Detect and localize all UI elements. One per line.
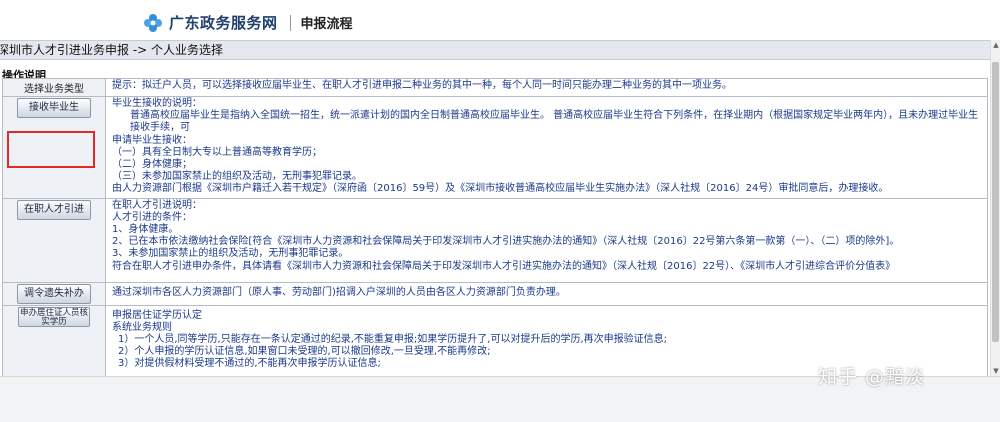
desc-line: 系统业务规则 — [112, 321, 172, 333]
section-name: 申报流程 — [300, 17, 353, 32]
desc-line: 1）一个人员,同等学历,只能存在一条认定通过的纪录,不能重复申报;如果学历提升了… — [118, 334, 667, 346]
row-button-cell: 在职人才引进 — [2, 197, 106, 283]
row-description: 在职人才引进说明： 人才引进的条件： 1、身体健康。 2、已在本市依法缴纳社会保… — [105, 197, 988, 283]
desc-line: 由人力资源部门根据《深圳市户籍迁入若干规定》（深府函〔2016〕59号）及《深圳… — [112, 183, 889, 195]
desc-line: 1、身体健康。 — [112, 224, 179, 236]
site-logo[interactable]: 广东政务服务网 申报流程 — [143, 12, 353, 33]
scroll-up-arrow-icon[interactable]: ▲ — [992, 40, 1000, 50]
talent-introduction-button[interactable]: 在职人才引进 — [17, 199, 91, 220]
business-type-table: 选择业务类型 提示：拟迁户人员，可以选择接收应届毕业生、在职人才引进申报二种业务… — [2, 78, 988, 376]
site-header: 广东政务服务网 申报流程 — [0, 0, 1000, 40]
table-row: 在职人才引进 在职人才引进说明： 人才引进的条件： 1、身体健康。 2、已在本市… — [2, 197, 988, 283]
breadcrumb-text: 深圳市人才引进业务申报 -> 个人业务选择 — [0, 43, 224, 57]
desc-line: （二）身体健康； — [112, 159, 192, 171]
desc-line: 在职人才引进说明： — [112, 199, 202, 211]
graduate-receive-button[interactable]: 接收毕业生 — [17, 98, 91, 118]
scroll-thumb[interactable] — [992, 62, 999, 342]
table-row: 选择业务类型 提示：拟迁户人员，可以选择接收应届毕业生、在职人才引进申报二种业务… — [2, 78, 988, 97]
row-button-cell: 调令遗失补办 — [2, 281, 106, 306]
site-name: 广东政务服务网 — [169, 14, 278, 32]
ops-table-container: 选择业务类型 提示：拟迁户人员，可以选择接收应届毕业生、在职人才引进申报二种业务… — [2, 78, 988, 376]
breadcrumb: 深圳市人才引进业务申报 -> 个人业务选择 — [0, 40, 990, 60]
row-description: 提示：拟迁户人员，可以选择接收应届毕业生、在职人才引进申报二种业务的其中一种，每… — [105, 78, 988, 97]
desc-line: 毕业生接收的说明： — [112, 98, 202, 109]
scroll-down-arrow-icon[interactable]: ▼ — [992, 366, 1000, 376]
header-divider — [289, 14, 291, 31]
desc-line: 2）个人申报的学历认证信息,如果窗口未受理的,可以撤回修改,一旦受理,不能再修改… — [118, 346, 491, 358]
desc-line: 2、已在本市依法缴纳社会保险[符合《深圳市人力资源和社会保障局关于印发深圳市人才… — [112, 236, 900, 248]
table-row: 调令遗失补办 通过深圳市各区人力资源部门（原人事、劳动部门)招调入户深圳的人员由… — [2, 281, 988, 306]
row-label: 选择业务类型 — [2, 78, 106, 97]
desc-line: 符合在职人才引进申办条件，具体请看《深圳市人力资源和社会保障局关于印发深圳市人才… — [112, 260, 896, 272]
desc-line: 申请毕业生接收： — [112, 134, 192, 146]
row-description: 毕业生接收的说明： 普通高校应届毕业生是指纳入全国统一招生，统一派遣计划的国内全… — [105, 96, 988, 199]
desc-line: 通过深圳市各区人力资源部门（原人事、劳动部门)招调入户深圳的人员由各区人力资源部… — [112, 287, 566, 299]
vertical-scrollbar[interactable]: ▲ ▼ — [990, 40, 1000, 376]
transfer-order-replacement-button[interactable]: 调令遗失补办 — [17, 283, 91, 304]
desc-line: （一）具有全日制大专以上普通高等教育学历； — [112, 146, 322, 158]
logo-flower-icon — [144, 13, 162, 32]
watermark: 知乎 @黯淡 — [818, 366, 926, 388]
desc-line: 3、未参加国家禁止的组织及活动，无刑事犯罪记录。 — [112, 248, 349, 260]
row-description: 通过深圳市各区人力资源部门（原人事、劳动部门)招调入户深圳的人员由各区人力资源部… — [105, 281, 988, 306]
row-button-cell: 申办居住证人员核实学历 — [2, 304, 106, 376]
table-row: 接收毕业生 毕业生接收的说明： 普通高校应届毕业生是指纳入全国统一招生，统一派遣… — [2, 96, 988, 199]
desc-line: 提示：拟迁户人员，可以选择接收应届毕业生、在职人才引进申报二种业务的其中一种，每… — [112, 80, 732, 91]
desc-line: 申报居住证学历认定 — [112, 309, 202, 321]
desc-line: （三）未参加国家禁止的组织及活动，无刑事犯罪记录。 — [112, 171, 362, 183]
highlight-annotation-box — [7, 131, 95, 168]
desc-line: 人才引进的条件： — [112, 211, 192, 223]
residence-permit-education-button[interactable]: 申办居住证人员核实学历 — [18, 306, 90, 327]
desc-line: 普通高校应届毕业生是指纳入全国统一招生，统一派遣计划的国内全日制普通高校应届毕业… — [130, 110, 979, 134]
